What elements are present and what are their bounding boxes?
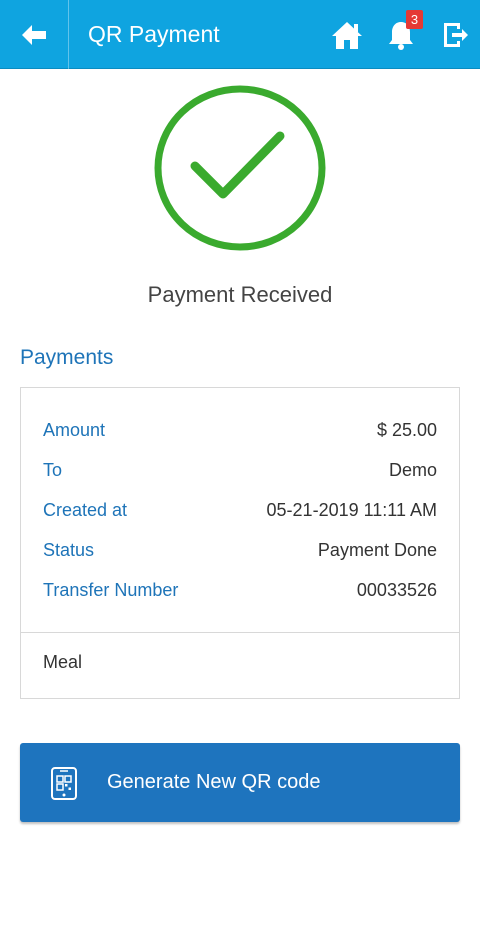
detail-row-amount: Amount $ 25.00 [43, 410, 437, 450]
detail-label: Created at [43, 499, 128, 520]
detail-label: Amount [43, 419, 106, 440]
home-icon [332, 22, 362, 49]
payments-section-title: Payments [20, 346, 114, 369]
detail-row-status: Status Payment Done [43, 530, 437, 570]
detail-row-created-at: Created at 05-21-2019 11:11 AM [43, 490, 437, 530]
app-header: QR Payment 3 [0, 0, 480, 69]
home-button[interactable] [328, 17, 366, 53]
detail-label: Status [43, 539, 95, 560]
detail-value: 05-21-2019 11:11 AM [266, 499, 437, 520]
detail-label: Transfer Number [43, 579, 179, 600]
payment-details-card: Amount $ 25.00 To Demo Created at 05-21-… [20, 387, 460, 699]
header-divider [68, 0, 69, 69]
detail-value: $ 25.00 [376, 419, 437, 440]
arrow-left-icon [22, 24, 46, 45]
detail-value: 00033526 [356, 579, 437, 600]
logout-icon [444, 23, 468, 47]
details-list: Amount $ 25.00 To Demo Created at 05-21-… [21, 388, 459, 632]
qr-phone-icon [51, 767, 77, 800]
detail-row-transfer-number: Transfer Number 00033526 [43, 570, 437, 610]
checkmark-circle-icon [154, 85, 326, 251]
detail-value: Payment Done [317, 539, 437, 560]
page-title: QR Payment [88, 21, 220, 47]
detail-label: To [43, 459, 63, 480]
payment-note: Meal [43, 652, 83, 672]
generate-qr-label: Generate New QR code [107, 771, 321, 793]
payment-status-message: Payment Received [147, 282, 333, 307]
detail-value: Demo [388, 459, 437, 480]
back-button[interactable] [0, 0, 68, 69]
generate-qr-button[interactable]: Generate New QR code [20, 743, 460, 822]
notification-badge: 3 [406, 10, 423, 29]
card-divider [21, 632, 459, 633]
detail-row-to: To Demo [43, 450, 437, 490]
logout-button[interactable] [436, 17, 474, 53]
